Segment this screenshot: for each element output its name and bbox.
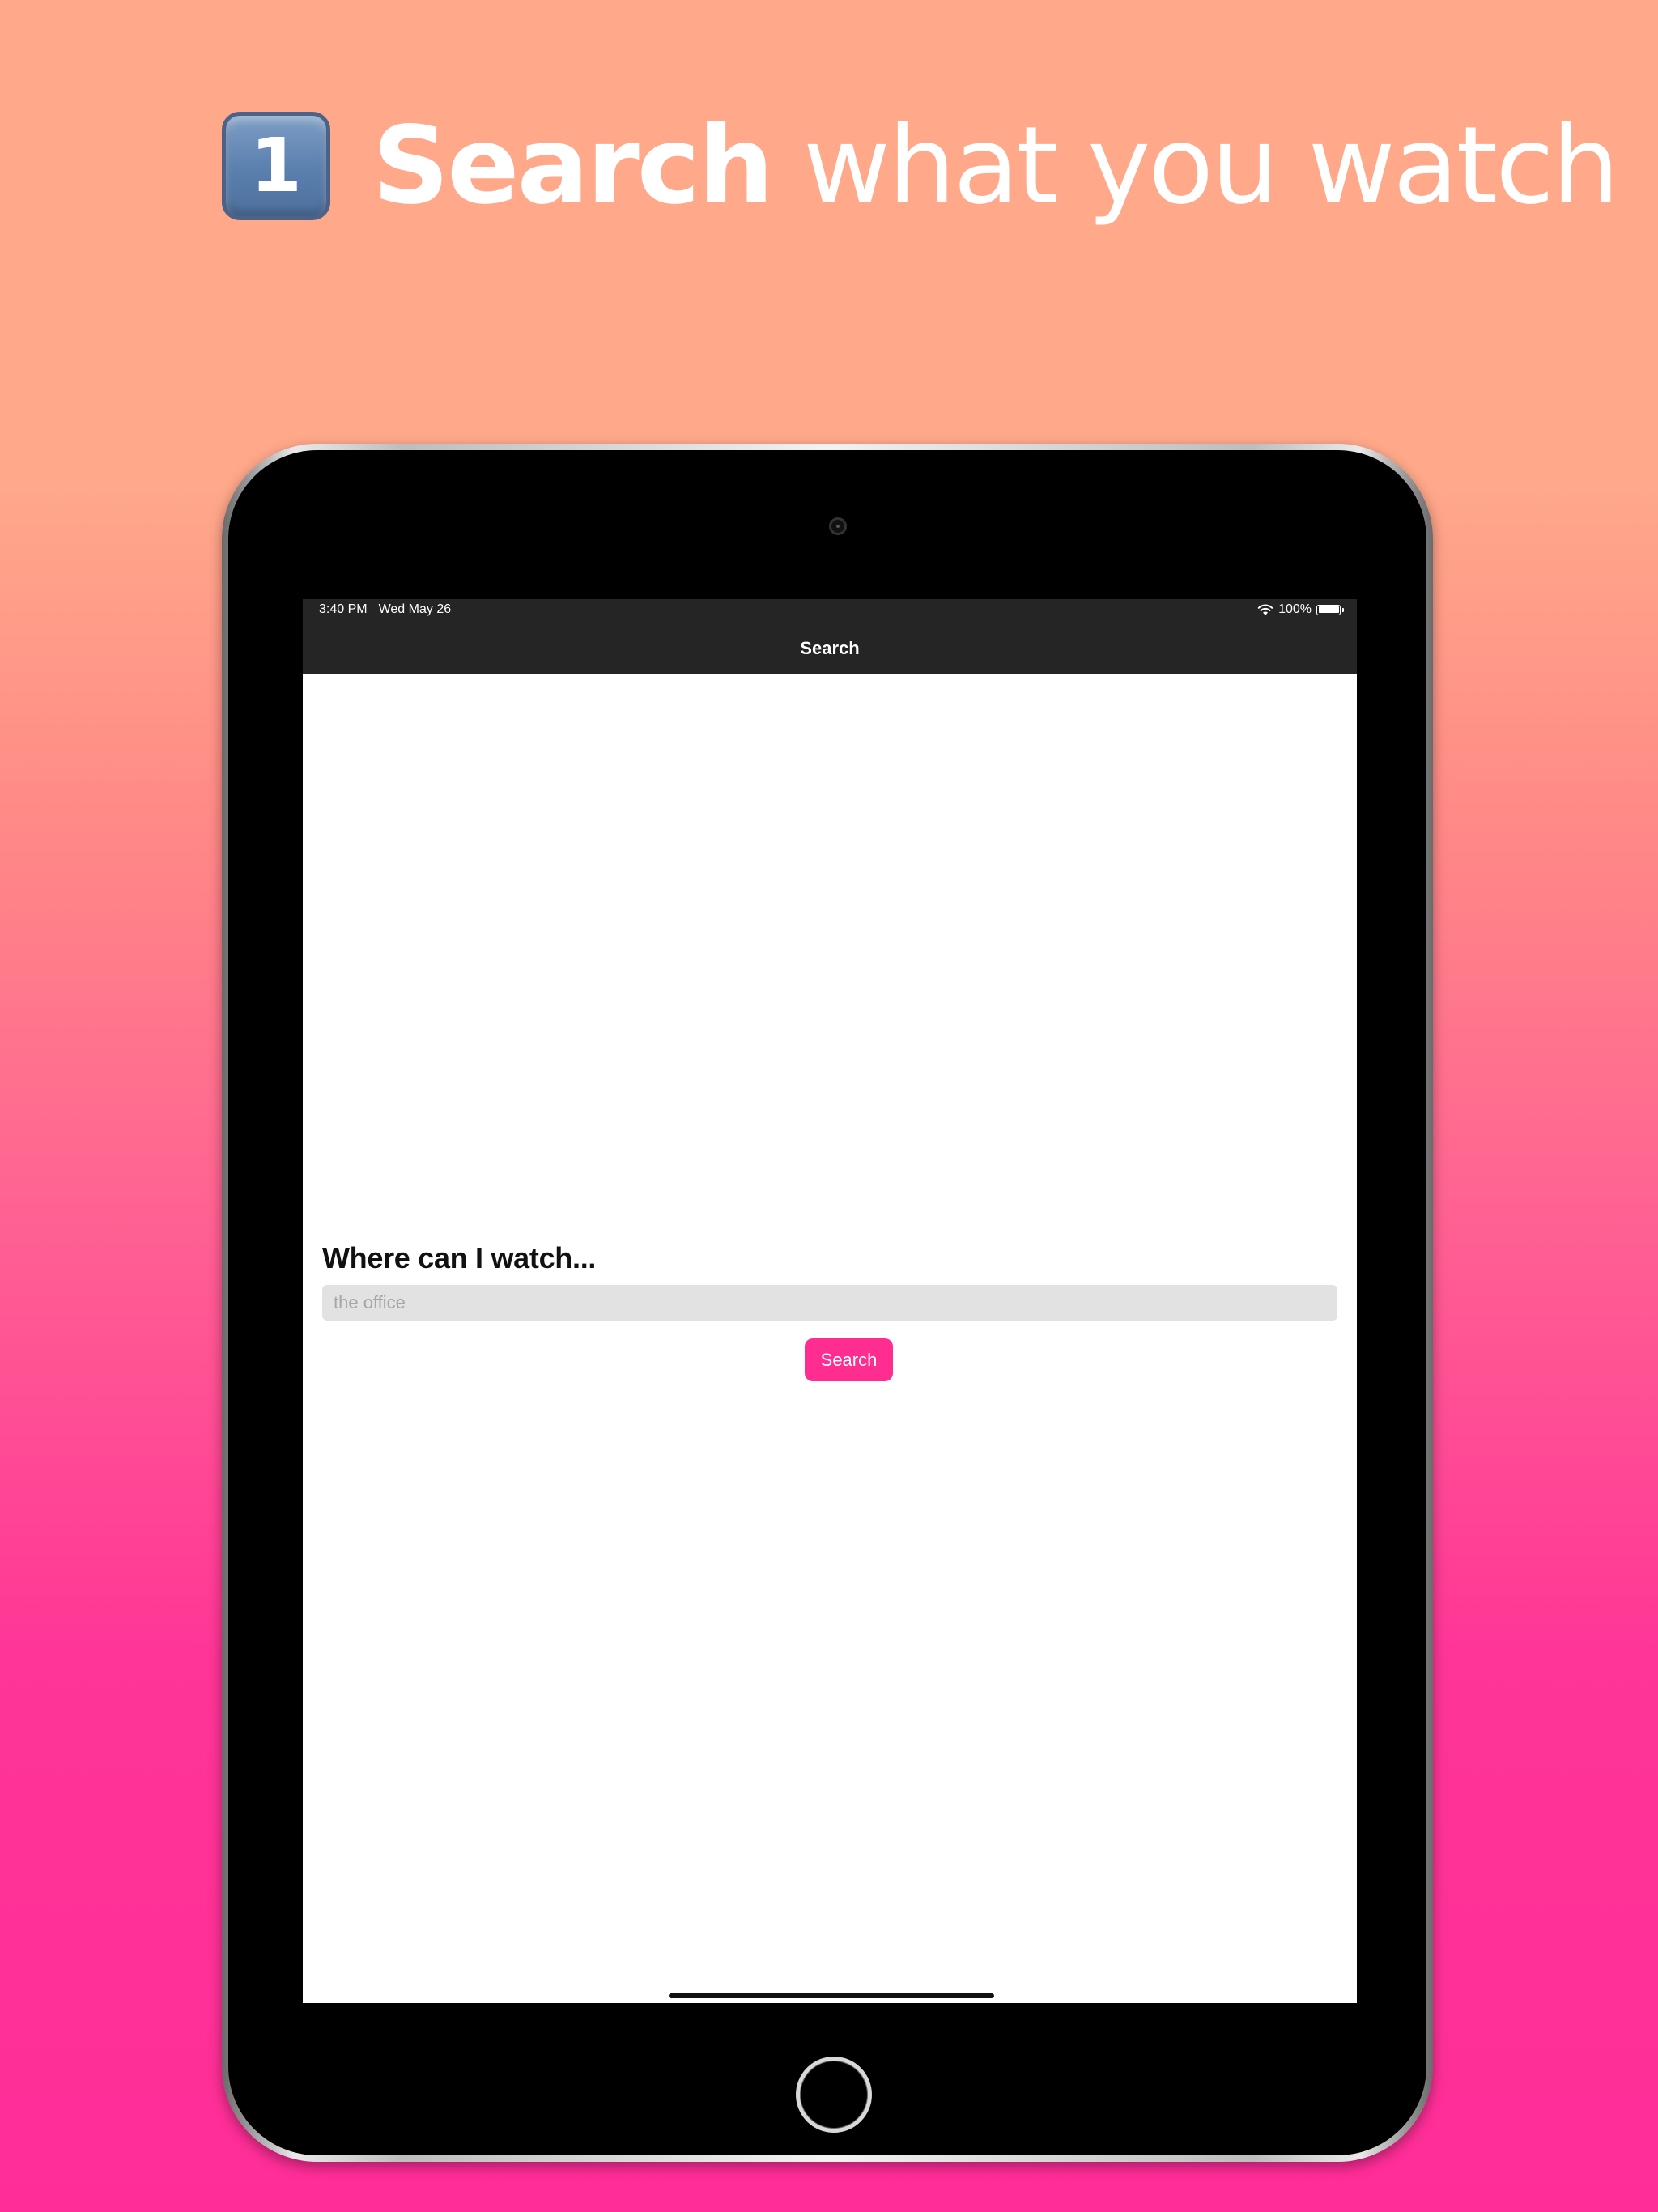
wifi-icon — [1257, 604, 1273, 615]
nav-title: Search — [800, 638, 860, 658]
headline-light: what you watch — [771, 104, 1620, 228]
status-date: Wed May 26 — [378, 602, 452, 616]
home-indicator[interactable] — [669, 1993, 994, 1998]
search-question-label: Where can I watch... — [322, 1241, 597, 1274]
search-form: Where can I watch... Search — [322, 1240, 1337, 1381]
camera-icon — [829, 517, 847, 535]
battery-fill — [1318, 606, 1339, 613]
app-screen: 3:40 PM Wed May 26 100% Search Where can… — [303, 599, 1357, 2003]
home-button-icon[interactable] — [796, 2057, 872, 2133]
battery-icon — [1316, 604, 1344, 615]
search-button[interactable]: Search — [805, 1338, 893, 1381]
ipad-device-frame: 3:40 PM Wed May 26 100% Search Where can… — [222, 444, 1433, 2162]
ipad-bezel: 3:40 PM Wed May 26 100% Search Where can… — [228, 450, 1426, 2155]
nav-bar: Search — [303, 623, 1357, 674]
status-time: 3:40 PM — [319, 602, 368, 616]
headline-bold: Search — [372, 104, 774, 228]
status-left: 3:40 PM Wed May 26 — [319, 602, 451, 617]
headline-text: Search what you watch — [372, 113, 1619, 219]
search-input[interactable] — [322, 1285, 1337, 1321]
promo-headline: 1 Search what you watch — [222, 112, 1619, 220]
battery-percent: 100% — [1278, 602, 1312, 616]
status-right: 100% — [1257, 602, 1344, 617]
keycap-one-icon: 1 — [222, 112, 330, 220]
status-bar: 3:40 PM Wed May 26 100% — [303, 599, 1357, 623]
